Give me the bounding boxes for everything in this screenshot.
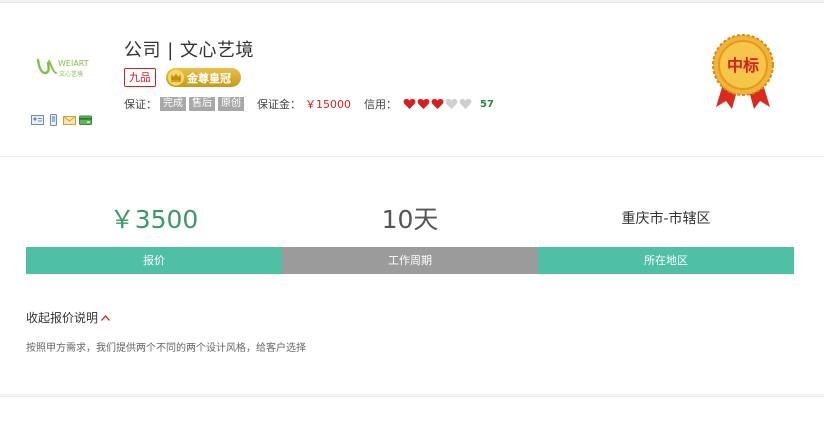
region-value: 重庆市-市辖区 (621, 211, 711, 227)
email-icon[interactable] (63, 114, 76, 126)
price-label-bar: 报价 (26, 247, 282, 274)
collapse-toggle-label: 收起报价说明 (26, 311, 99, 325)
phone-icon[interactable] (47, 114, 60, 126)
period-value: 10天 (381, 205, 439, 234)
bid-card: WEIART 文心艺境 公司 | 文心艺境 九品 金尊皇冠 保证： 完成 售后 … (0, 2, 824, 394)
id-card-icon[interactable] (31, 114, 44, 126)
deposit-value: ￥15000 (305, 98, 351, 111)
heart-icon (403, 98, 416, 109)
section-divider (0, 156, 824, 157)
rank-badge: 九品 (124, 68, 156, 87)
credit-hearts (403, 98, 472, 110)
guarantee-tag-complete: 完成 (160, 97, 186, 111)
bid-description: 按照甲方需求，我们提供两个不同的两个设计风格，给客户选择 (26, 343, 306, 354)
price-value: ￥3500 (109, 205, 199, 234)
credit-label: 信用： (364, 98, 397, 111)
guarantee-tag-original: 原创 (218, 97, 244, 111)
heart-icon (431, 98, 444, 109)
heart-icon (417, 98, 430, 109)
collapse-description-toggle[interactable]: 收起报价说明 (26, 309, 111, 326)
chevron-up-icon (101, 314, 111, 321)
medal-text: 中标 (727, 56, 759, 75)
company-logo[interactable]: WEIART 文心艺境 (36, 55, 90, 79)
heart-icon (459, 98, 472, 109)
crown-badge: 金尊皇冠 (166, 68, 241, 87)
crown-icon (168, 69, 184, 86)
logo-text: WEIART (58, 59, 89, 68)
winning-bid-medal: 中标 (712, 34, 774, 109)
credit-score: 57 (480, 98, 494, 110)
deposit-label: 保证金： (257, 98, 301, 111)
info-row: 保证： 完成 售后 原创 保证金： ￥15000 信用： 57 (124, 96, 494, 112)
logo-subtext: 文心艺境 (59, 70, 83, 78)
company-title[interactable]: 公司 | 文心艺境 (124, 36, 254, 62)
next-card-edge (0, 396, 824, 429)
region-label-bar: 所在地区 (538, 247, 794, 274)
guarantee-label: 保证： (124, 98, 157, 111)
bank-card-icon[interactable] (79, 114, 92, 126)
crown-badge-label: 金尊皇冠 (187, 71, 231, 85)
guarantee-tag-aftersale: 售后 (189, 97, 215, 111)
period-label-bar: 工作周期 (282, 247, 538, 274)
verification-icons (31, 114, 92, 126)
heart-icon (445, 98, 458, 109)
